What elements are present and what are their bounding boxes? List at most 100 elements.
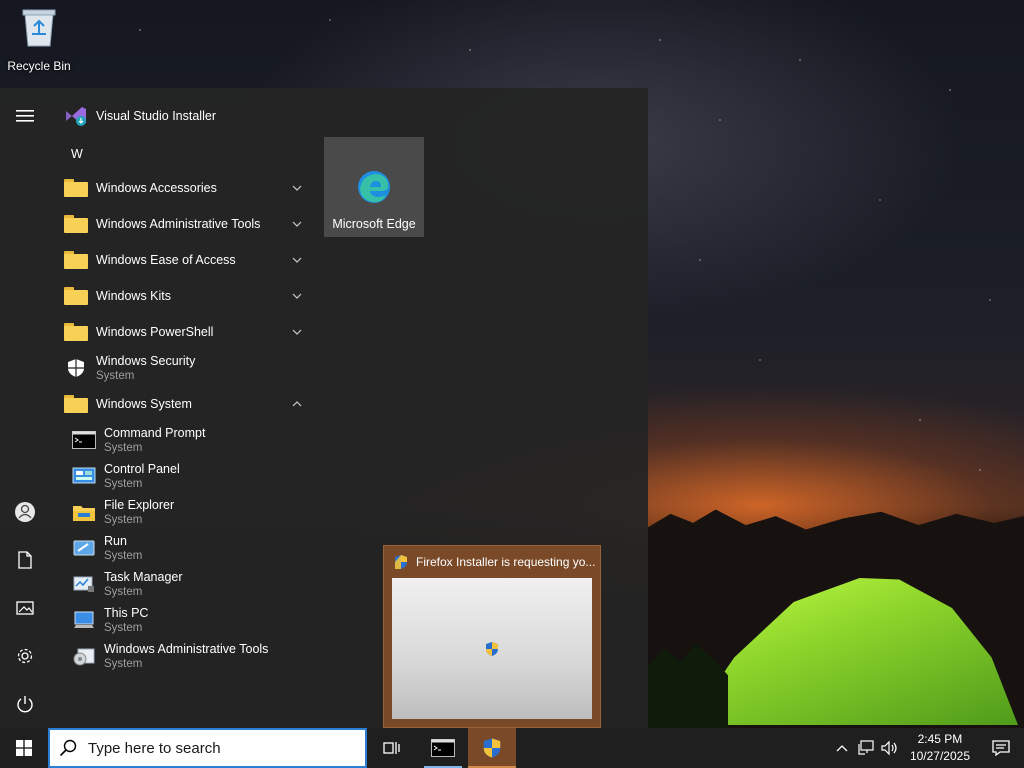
app-control-panel[interactable]: Control Panel System xyxy=(56,458,310,494)
network-button[interactable] xyxy=(854,728,878,768)
folder-icon xyxy=(64,251,88,269)
pictures-button[interactable] xyxy=(0,588,50,628)
search-input[interactable] xyxy=(86,738,350,758)
app-task-manager[interactable]: Task Manager System xyxy=(56,566,310,602)
control-panel-icon xyxy=(72,467,96,484)
recycle-bin-icon xyxy=(22,9,56,47)
app-this-pc[interactable]: This PC System xyxy=(56,602,310,638)
uac-shield-icon xyxy=(486,642,498,656)
clock-date: 10/27/2025 xyxy=(909,749,970,763)
power-icon xyxy=(17,696,33,713)
task-manager-icon xyxy=(73,576,94,592)
chevron-down-icon xyxy=(292,293,302,299)
user-account-button[interactable] xyxy=(0,492,50,532)
pictures-icon xyxy=(16,601,34,615)
recycle-bin-shortcut[interactable]: Recycle Bin xyxy=(4,6,74,76)
app-label: Windows Security xyxy=(96,354,196,368)
clock-time: 2:45 PM xyxy=(917,732,963,746)
task-view-button[interactable] xyxy=(370,728,414,768)
folder-icon xyxy=(64,215,88,233)
app-command-prompt[interactable]: Command Prompt System xyxy=(56,422,310,458)
task-view-icon xyxy=(383,742,400,754)
folder-windows-administrative-tools[interactable]: Windows Administrative Tools xyxy=(56,206,310,242)
chevron-up-icon xyxy=(292,401,302,407)
app-sublabel: System xyxy=(104,550,143,562)
start-button[interactable] xyxy=(0,728,48,768)
app-label: File Explorer xyxy=(104,498,175,512)
network-icon xyxy=(858,740,874,755)
this-pc-icon xyxy=(74,611,94,628)
edge-icon xyxy=(358,171,390,203)
app-sublabel: System xyxy=(104,442,143,454)
tile-microsoft-edge[interactable]: Microsoft Edge xyxy=(324,137,424,237)
folder-windows-powershell[interactable]: Windows PowerShell xyxy=(56,314,310,350)
app-sublabel: System xyxy=(104,514,143,526)
uac-shield-icon xyxy=(395,555,407,569)
app-sublabel: System xyxy=(104,478,143,490)
chevron-down-icon xyxy=(292,257,302,263)
show-hidden-icons-button[interactable] xyxy=(830,728,854,768)
clock[interactable]: 2:45 PM 10/27/2025 xyxy=(902,728,978,768)
uac-shield-icon xyxy=(483,738,501,758)
uac-preview-thumbnail[interactable]: Firefox Installer is requesting yo... xyxy=(383,545,601,728)
app-sublabel: System xyxy=(104,586,143,598)
app-label: Task Manager xyxy=(104,570,183,584)
app-visual-studio-installer[interactable]: Visual Studio Installer xyxy=(56,98,310,134)
cmd-icon xyxy=(72,431,96,449)
hamburger-icon xyxy=(16,110,34,122)
folder-label: Windows Kits xyxy=(96,289,172,303)
chevron-down-icon xyxy=(292,329,302,335)
power-button[interactable] xyxy=(0,684,50,724)
system-tray: 2:45 PM 10/27/2025 xyxy=(830,728,1024,768)
app-windows-security[interactable]: Windows Security System xyxy=(56,350,310,386)
preview-title: Firefox Installer is requesting yo... xyxy=(416,555,596,569)
volume-button[interactable] xyxy=(878,728,902,768)
taskbar: 2:45 PM 10/27/2025 xyxy=(0,728,1024,768)
notifications-icon xyxy=(992,740,1010,756)
documents-icon xyxy=(18,551,32,569)
settings-button[interactable] xyxy=(0,636,50,676)
taskbar-command-prompt[interactable] xyxy=(422,728,464,768)
settings-icon xyxy=(17,648,33,664)
app-label: Run xyxy=(104,534,127,548)
chevron-up-icon xyxy=(836,745,848,752)
file-explorer-icon xyxy=(73,506,95,521)
app-list: Visual Studio Installer W Windows Access… xyxy=(56,88,310,728)
app-label: Command Prompt xyxy=(104,426,206,440)
folder-label: Windows System xyxy=(96,397,192,411)
folder-icon xyxy=(64,395,88,413)
shield-icon xyxy=(68,359,84,377)
search-icon xyxy=(59,739,77,757)
action-center-button[interactable] xyxy=(978,728,1024,768)
letter-header-w[interactable]: W xyxy=(71,147,83,161)
user-icon xyxy=(15,502,35,522)
app-sublabel: System xyxy=(104,658,143,670)
app-label: This PC xyxy=(104,606,149,620)
admin-tools-icon xyxy=(73,648,95,666)
recycle-bin-label: Recycle Bin xyxy=(7,59,71,73)
chevron-down-icon xyxy=(292,221,302,227)
folder-icon xyxy=(64,179,88,197)
preview-title-bar: Firefox Installer is requesting yo... xyxy=(394,552,595,572)
taskbar-search-box[interactable] xyxy=(48,728,367,768)
cmd-icon xyxy=(431,739,455,757)
start-rail xyxy=(0,88,50,728)
folder-label: Windows Accessories xyxy=(96,181,217,195)
documents-button[interactable] xyxy=(0,540,50,580)
folder-windows-system[interactable]: Windows System xyxy=(56,386,310,422)
app-file-explorer[interactable]: File Explorer System xyxy=(56,494,310,530)
taskbar-uac-prompt[interactable] xyxy=(468,728,516,768)
tile-label: Microsoft Edge xyxy=(332,217,416,231)
visual-studio-installer-icon xyxy=(66,107,86,126)
folder-windows-ease-of-access[interactable]: Windows Ease of Access xyxy=(56,242,310,278)
run-icon xyxy=(73,540,95,556)
chevron-down-icon xyxy=(292,185,302,191)
app-windows-administrative-tools[interactable]: Windows Administrative Tools System xyxy=(56,638,310,674)
folder-windows-accessories[interactable]: Windows Accessories xyxy=(56,170,310,206)
folder-label: Windows PowerShell xyxy=(96,325,214,339)
windows-logo-icon xyxy=(16,740,32,756)
folder-label: Windows Ease of Access xyxy=(96,253,236,267)
folder-windows-kits[interactable]: Windows Kits xyxy=(56,278,310,314)
hamburger-button[interactable] xyxy=(0,96,50,136)
app-run[interactable]: Run System xyxy=(56,530,310,566)
